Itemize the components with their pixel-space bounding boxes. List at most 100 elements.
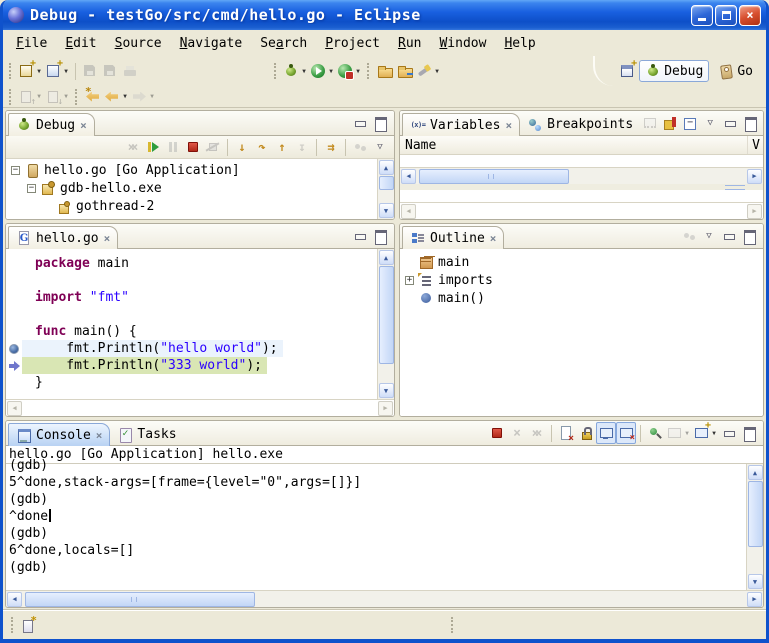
collapse-icon[interactable]: −	[27, 184, 36, 193]
maximize-button[interactable]	[370, 112, 390, 134]
scroll-left-button[interactable]: ◀	[7, 401, 22, 416]
step-return-button[interactable]	[272, 136, 292, 158]
minimize-button[interactable]	[350, 225, 370, 247]
scroll-down-button[interactable]: ▼	[748, 574, 763, 589]
close-icon[interactable]: ×	[505, 119, 512, 132]
breakpoint-icon[interactable]	[6, 344, 22, 354]
terminate-button[interactable]	[183, 136, 203, 158]
show-stdout-button[interactable]	[596, 422, 616, 444]
dropdown-arrow-icon[interactable]	[300, 68, 308, 75]
menu-search[interactable]: Search	[251, 34, 316, 53]
minimize-button[interactable]	[350, 112, 370, 134]
tab-variables[interactable]: Variables×	[402, 113, 520, 136]
clear-console-button[interactable]	[556, 422, 576, 444]
column-value-partial[interactable]: V	[752, 138, 760, 153]
open-folder-a-button[interactable]	[375, 60, 395, 82]
close-icon[interactable]: ×	[80, 119, 87, 132]
tab-outline[interactable]: Outline×	[402, 226, 504, 249]
instruction-pointer-icon[interactable]	[6, 361, 22, 371]
scroll-down-button[interactable]: ▼	[379, 383, 394, 398]
scrollbar-track[interactable]	[417, 169, 746, 184]
close-icon[interactable]: ×	[490, 232, 497, 245]
menu-source[interactable]: Source	[106, 34, 171, 53]
open-console-button[interactable]	[692, 422, 719, 444]
console-horizontal-scrollbar[interactable]: ◀ ▶	[6, 590, 763, 607]
new-folder-button[interactable]	[44, 60, 71, 82]
tab-tasks[interactable]: Tasks	[110, 423, 183, 446]
editor-horizontal-scrollbar[interactable]: ◀ ▶	[6, 399, 394, 416]
maximize-button[interactable]	[370, 225, 390, 247]
resume-button[interactable]	[143, 136, 163, 158]
scroll-lock-button[interactable]	[576, 422, 596, 444]
menu-file[interactable]: File	[7, 34, 56, 53]
scroll-right-button[interactable]: ▶	[378, 401, 393, 416]
maximize-button[interactable]	[739, 225, 759, 247]
code-line[interactable]: fmt.Println("hello world");	[6, 340, 377, 357]
minimize-button[interactable]	[720, 112, 740, 134]
tab-breakpoints[interactable]: Breakpoints	[520, 113, 640, 136]
scroll-right-button[interactable]: ▶	[747, 204, 762, 219]
column-name[interactable]: Name	[405, 138, 436, 153]
scroll-left-button[interactable]: ◀	[7, 592, 22, 607]
tree-item[interactable]: −gdb-hello.exe	[6, 179, 377, 197]
tree-item[interactable]: gothread-2	[6, 197, 377, 215]
console-vertical-scrollbar[interactable]: ▲ ▼	[746, 464, 763, 590]
scrollbar-thumb[interactable]	[25, 592, 255, 607]
debug-bug-button[interactable]	[282, 60, 309, 82]
scrollbar-track[interactable]	[23, 401, 377, 416]
tab-debug[interactable]: Debug×	[8, 113, 95, 136]
scrollbar-thumb[interactable]	[379, 176, 394, 190]
dropdown-arrow-icon[interactable]	[710, 430, 718, 437]
dropdown-arrow-icon[interactable]	[62, 68, 70, 75]
scrollbar-track[interactable]	[23, 592, 746, 607]
show-stderr-button[interactable]	[616, 422, 636, 444]
code-line[interactable]	[6, 272, 377, 289]
code-editor[interactable]: package mainimport "fmt"func main() { fm…	[6, 249, 377, 399]
scroll-down-button[interactable]: ▼	[379, 203, 394, 218]
editor-vertical-scrollbar[interactable]: ▲ ▼	[377, 249, 394, 399]
fast-view-button[interactable]	[19, 614, 39, 636]
minimize-button[interactable]	[719, 422, 739, 444]
tree-item[interactable]	[6, 215, 377, 219]
menu-project[interactable]: Project	[316, 34, 389, 53]
minimize-button[interactable]	[719, 225, 739, 247]
column-divider[interactable]	[747, 136, 748, 154]
collapse-all-button[interactable]	[680, 112, 700, 134]
scroll-left-button[interactable]: ◀	[401, 169, 416, 184]
view-menu-button[interactable]	[699, 225, 719, 247]
scroll-up-button[interactable]: ▲	[748, 465, 763, 480]
dropdown-arrow-icon[interactable]	[121, 93, 129, 100]
step-filters-button[interactable]	[321, 136, 341, 158]
dropdown-arrow-icon[interactable]	[35, 68, 43, 75]
titlebar[interactable]: Debug - testGo/src/cmd/hello.go - Eclips…	[3, 0, 766, 30]
perspective-go[interactable]: Go	[713, 60, 758, 82]
close-icon[interactable]: ×	[96, 429, 103, 442]
scrollbar-track[interactable]	[417, 204, 746, 219]
scrollbar-thumb[interactable]	[419, 169, 569, 184]
tree-item[interactable]: +imports	[400, 271, 763, 289]
code-line[interactable]: }	[6, 374, 377, 391]
tree-item[interactable]: main()	[400, 289, 763, 307]
code-line[interactable]: import "fmt"	[6, 289, 377, 306]
step-into-button[interactable]	[232, 136, 252, 158]
tree-item[interactable]: −hello.go [Go Application]	[6, 161, 377, 179]
close-icon[interactable]: ×	[104, 232, 111, 245]
scroll-right-button[interactable]: ▶	[747, 169, 762, 184]
code-line[interactable]: fmt.Println("333 world");	[6, 357, 377, 374]
scroll-up-button[interactable]: ▲	[379, 160, 394, 175]
debug-tree-scrollbar[interactable]: ▲ ▼	[377, 159, 394, 219]
back-button[interactable]	[103, 86, 130, 108]
expand-icon[interactable]: +	[405, 276, 414, 285]
view-menu-button[interactable]	[370, 136, 390, 158]
scrollbar-thumb[interactable]	[748, 481, 763, 547]
menu-navigate[interactable]: Navigate	[171, 34, 252, 53]
perspective-debug[interactable]: Debug	[639, 60, 709, 82]
close-window-button[interactable]: ×	[739, 5, 761, 26]
detail-pane-sash[interactable]	[400, 184, 763, 190]
tab-console[interactable]: Console×	[8, 423, 110, 446]
scroll-left-button[interactable]: ◀	[401, 204, 416, 219]
maximize-button[interactable]	[739, 422, 759, 444]
view-menu-button[interactable]	[700, 112, 720, 134]
open-folder-b-button[interactable]	[395, 60, 415, 82]
code-line[interactable]: func main() {	[6, 323, 377, 340]
